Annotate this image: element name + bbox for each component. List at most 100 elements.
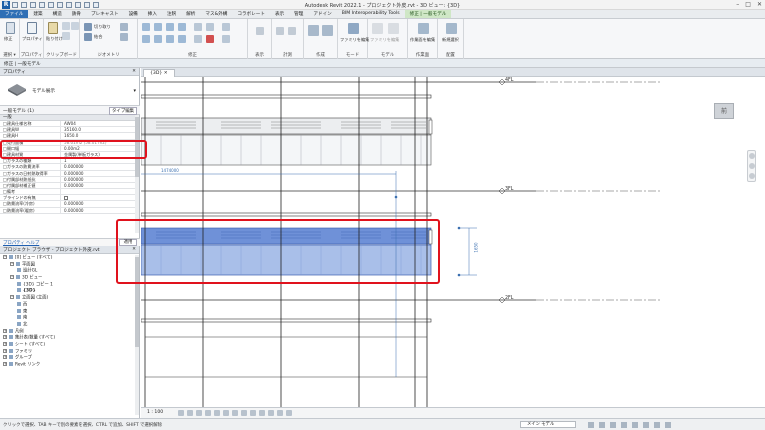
property-value[interactable]: 58.01m2 (58.01 m2) bbox=[61, 140, 136, 145]
highlight-displacement-icon[interactable] bbox=[277, 410, 283, 416]
level-4fl-label[interactable]: 4FL bbox=[505, 78, 513, 83]
property-value[interactable]: 0.000000 bbox=[61, 177, 136, 182]
detail-level-icon[interactable] bbox=[178, 410, 184, 416]
filter-icon[interactable] bbox=[665, 422, 671, 428]
property-value[interactable] bbox=[61, 189, 136, 194]
match-type-icon[interactable] bbox=[71, 22, 79, 30]
browser-tree-item[interactable]: − 3D ビュー bbox=[0, 275, 136, 282]
trim-icon[interactable] bbox=[178, 35, 186, 43]
view-cube-front-face[interactable]: 前 bbox=[714, 103, 734, 119]
expand-icon[interactable]: + bbox=[3, 362, 7, 366]
property-value[interactable]: 1 bbox=[61, 158, 136, 163]
select-pinned-icon[interactable] bbox=[632, 422, 638, 428]
collapse-icon[interactable]: − bbox=[3, 255, 7, 259]
modify-cursor-icon[interactable] bbox=[6, 22, 15, 34]
browser-tree-item[interactable]: + ファミリ bbox=[0, 348, 136, 356]
analytical-model-icon[interactable] bbox=[268, 410, 274, 416]
select-underlay-icon[interactable] bbox=[621, 422, 627, 428]
tab-structure[interactable]: 構造 bbox=[48, 10, 67, 18]
level-2fl-label[interactable]: 2FL bbox=[505, 296, 513, 301]
mirror-draw-icon[interactable] bbox=[178, 23, 186, 31]
tab-steel[interactable]: 鉄骨 bbox=[67, 10, 86, 18]
browser-tree-item[interactable]: − [0] ビュー (すべて) bbox=[0, 255, 136, 262]
create-group-icon[interactable] bbox=[322, 25, 333, 36]
instance-filter[interactable]: 一般モデル (1) bbox=[3, 108, 34, 114]
edit-type-button[interactable]: タイプ編集 bbox=[109, 107, 137, 115]
apply-button[interactable]: 適用 bbox=[119, 239, 137, 246]
select-links-icon[interactable] bbox=[610, 422, 616, 428]
tab-analyze[interactable]: 解析 bbox=[181, 10, 200, 18]
zoom-icon[interactable] bbox=[749, 163, 755, 169]
tab-view[interactable]: 表示 bbox=[270, 10, 289, 18]
crop-view-icon[interactable] bbox=[223, 410, 229, 416]
render-icon[interactable] bbox=[214, 410, 220, 416]
drawing-canvas[interactable]: 4FL 3FL 2FL 1474000 1650 前 bbox=[141, 77, 765, 407]
move-icon[interactable] bbox=[142, 35, 150, 43]
properties-scrollbar[interactable] bbox=[135, 115, 139, 233]
select-by-face-icon[interactable] bbox=[643, 422, 649, 428]
tab-annotate[interactable]: 注釈 bbox=[162, 10, 181, 18]
browser-scrollbar[interactable] bbox=[135, 255, 139, 415]
unlock-3d-icon[interactable] bbox=[241, 410, 247, 416]
property-value[interactable]: 0.000000 bbox=[61, 183, 136, 188]
browser-tree-item[interactable]: {3D} コピー 1 bbox=[0, 281, 136, 289]
property-value[interactable]: 1650.0 bbox=[61, 133, 136, 138]
property-row[interactable]: □熱貫流率(暖房) 0.000000 bbox=[0, 207, 136, 214]
collapse-icon[interactable]: − bbox=[10, 261, 14, 266]
property-value[interactable]: AW04 bbox=[61, 121, 136, 126]
close-icon[interactable]: ✕ bbox=[132, 69, 136, 74]
expand-icon[interactable]: + bbox=[3, 328, 7, 333]
tab-insert[interactable]: 挿入 bbox=[143, 10, 162, 18]
tab-precast[interactable]: プレキャスト bbox=[86, 10, 124, 18]
property-value[interactable]: 0.000000 bbox=[61, 208, 136, 213]
properties-icon[interactable] bbox=[27, 22, 37, 34]
browser-tree-item[interactable]: 東 bbox=[0, 308, 136, 316]
wall-joins-icon[interactable] bbox=[120, 23, 128, 31]
view-scale[interactable]: 1 : 100 bbox=[147, 410, 163, 415]
browser-tree-item[interactable]: 北 bbox=[0, 321, 136, 329]
scrollbar-thumb[interactable] bbox=[135, 117, 139, 177]
close-button[interactable]: ✕ bbox=[757, 1, 762, 8]
view-cube[interactable]: 前 bbox=[712, 101, 736, 123]
expand-icon[interactable]: + bbox=[3, 348, 7, 353]
browser-tree-item[interactable]: 設計GL bbox=[0, 268, 136, 275]
copy-element-icon[interactable] bbox=[154, 35, 162, 43]
browser-tree-item[interactable]: + 集計表/数量 (すべて) bbox=[0, 335, 136, 342]
worksets-icon[interactable] bbox=[588, 422, 594, 428]
visual-style-icon[interactable] bbox=[187, 410, 193, 416]
measure-tool-icon[interactable] bbox=[276, 27, 284, 35]
join-icon[interactable] bbox=[84, 33, 92, 41]
rotate-icon[interactable] bbox=[166, 35, 174, 43]
tab-collaborate[interactable]: コラボレート bbox=[232, 10, 270, 18]
unpin-icon[interactable] bbox=[222, 35, 230, 43]
delete-icon[interactable] bbox=[206, 35, 214, 43]
browser-tree-item[interactable]: − 立面図 (立面) bbox=[0, 295, 136, 302]
browser-tree-item[interactable]: 西 bbox=[0, 301, 136, 309]
drag-elements-icon[interactable] bbox=[654, 422, 660, 428]
tab-architecture[interactable]: 建築 bbox=[28, 10, 47, 18]
scale-icon[interactable] bbox=[194, 35, 202, 43]
browser-tree-item[interactable]: {3D} bbox=[0, 288, 136, 295]
browser-tree-item[interactable]: + シート (すべて) bbox=[0, 341, 136, 349]
property-value[interactable]: 0.00m2 bbox=[61, 146, 136, 151]
property-value[interactable]: 35160.0 bbox=[61, 127, 136, 132]
pick-new-host-icon[interactable] bbox=[446, 23, 457, 34]
model-selector[interactable]: メイン モデル bbox=[520, 421, 576, 428]
zoom-fit-icon[interactable] bbox=[749, 173, 755, 179]
close-icon[interactable]: ✕ bbox=[132, 247, 136, 252]
browser-tree-item[interactable]: + Revit リンク bbox=[0, 362, 136, 369]
width-dimension-text[interactable]: 1474000 bbox=[161, 168, 179, 173]
type-selector[interactable]: モデル展示 ▾ bbox=[0, 76, 140, 106]
hide-in-view-icon[interactable] bbox=[256, 27, 264, 35]
maximize-button[interactable]: □ bbox=[745, 1, 751, 8]
array-icon[interactable] bbox=[206, 23, 214, 31]
browser-tree-item[interactable]: 南 bbox=[0, 315, 136, 322]
edit-workplane-icon[interactable] bbox=[418, 23, 429, 34]
reveal-constraints-icon[interactable] bbox=[286, 410, 292, 416]
collapse-icon[interactable]: − bbox=[10, 275, 14, 280]
scrollbar-thumb[interactable] bbox=[135, 257, 139, 347]
property-value[interactable] bbox=[61, 195, 136, 201]
minimize-button[interactable]: – bbox=[736, 1, 739, 8]
property-value[interactable]: 0.000000 bbox=[61, 171, 136, 176]
split-icon[interactable] bbox=[194, 23, 202, 31]
